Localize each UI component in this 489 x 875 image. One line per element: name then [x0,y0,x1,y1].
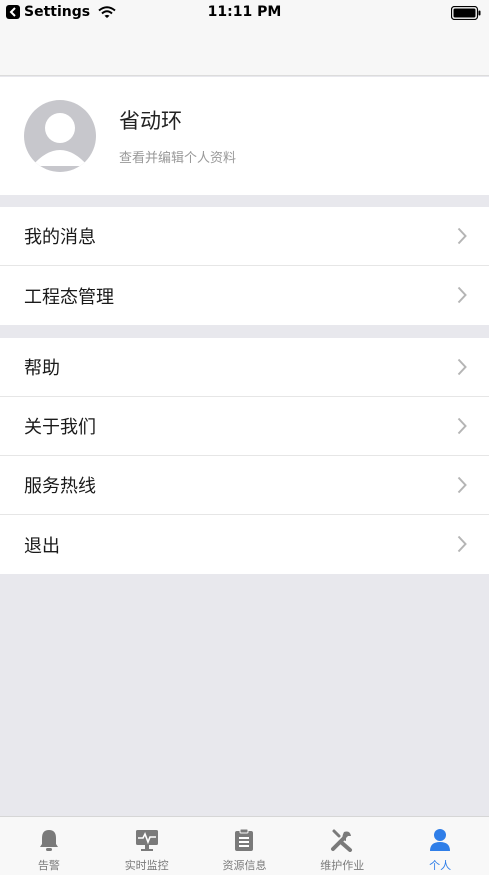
profile-edit-hint: 查看并编辑个人资料 [119,151,237,166]
tab-label: 维护作业 [320,859,365,872]
menu-item-label: 退出 [24,535,60,557]
status-bar: Settings 11:11 PM [0,0,489,26]
menu-item-about-us[interactable]: 关于我们 [0,397,489,456]
menu-item-label: 我的消息 [24,227,96,248]
menu-item-label: 工程态管理 [24,286,114,308]
menu-group-secondary: 帮助 关于我们 服务热线 退出 [0,338,489,574]
tab-label: 告警 [37,859,60,872]
chevron-right-icon [457,535,467,553]
default-avatar-icon [32,113,88,166]
chevron-right-icon [457,417,467,435]
tab-realtime-monitor[interactable]: 实时监控 [98,817,196,875]
menu-item-logout[interactable]: 退出 [0,515,489,574]
tab-maintenance[interactable]: 维护作业 [293,817,391,875]
chevron-right-icon [457,358,467,376]
tab-resource-info[interactable]: 资源信息 [196,817,294,875]
tab-personal[interactable]: 个人 [391,817,489,875]
menu-item-label: 服务热线 [24,476,96,497]
status-time: 11:11 PM [207,4,282,20]
menu-item-help[interactable]: 帮助 [0,338,489,397]
tab-alarms[interactable]: 告警 [0,817,98,875]
chevron-right-icon [457,476,467,494]
monitor-icon [135,827,159,853]
profile-name: 省动环 [119,109,182,133]
profile-card[interactable]: 省动环 查看并编辑个人资料 [0,77,489,195]
chevron-right-icon [457,286,467,304]
tab-label: 资源信息 [222,859,267,872]
menu-item-my-messages[interactable]: 我的消息 [0,207,489,266]
menu-item-service-hotline[interactable]: 服务热线 [0,456,489,515]
menu-item-label: 帮助 [24,358,60,379]
battery-icon [450,5,481,24]
tab-label: 个人 [429,859,452,872]
chevron-right-icon [457,227,467,245]
navigation-bar [0,26,489,76]
tools-icon [330,827,354,853]
menu-item-label: 关于我们 [24,417,96,438]
clipboard-icon [234,827,254,853]
tab-label: 实时监控 [124,859,169,872]
tab-bar: 告警 实时监控 资源信息 维护作业 个人 [0,816,489,875]
bell-icon [38,827,60,853]
avatar[interactable] [24,100,96,172]
menu-group-primary: 我的消息 工程态管理 [0,207,489,325]
menu-item-engineering-state[interactable]: 工程态管理 [0,266,489,325]
person-icon [429,827,451,853]
